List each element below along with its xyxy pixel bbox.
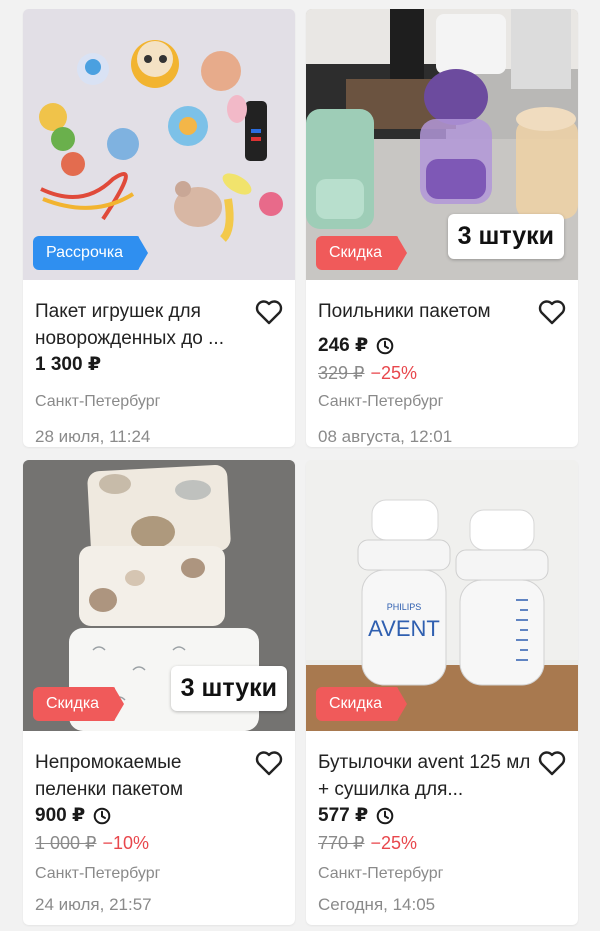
- listing-city: Санкт-Петербург: [35, 865, 161, 882]
- discount-percent: −10%: [102, 833, 150, 853]
- price-value: 577 ₽: [318, 805, 369, 826]
- quantity-sticker: 3 штуки: [447, 214, 564, 259]
- discount-badge: Скидка: [33, 687, 125, 721]
- listing-title[interactable]: Поильники пакетом: [318, 298, 538, 325]
- quantity-sticker: 3 штуки: [170, 666, 287, 711]
- right-bottle: [455, 509, 549, 686]
- listing-photo-toys[interactable]: Рассрочка: [23, 9, 295, 280]
- listing-photo-diapers[interactable]: 3 штуки Скидка: [23, 460, 295, 731]
- heart-outline-icon[interactable]: [538, 299, 566, 325]
- price-value: 1 300 ₽: [35, 354, 102, 375]
- listing-date: 24 июля, 21:57: [35, 895, 152, 914]
- listing-card[interactable]: 3 штуки Скидка Непромокаемые пеленки пак…: [23, 460, 295, 925]
- listing-card[interactable]: Рассрочка Пакет игрушек для новорожденны…: [23, 9, 295, 447]
- bottle-brand-label: PHILIPS: [387, 602, 422, 612]
- old-price-row: 329 ₽ −25%: [318, 363, 417, 384]
- price-value: 900 ₽: [35, 805, 86, 826]
- clock-icon: [376, 807, 394, 824]
- listing-photo-sippy-cups[interactable]: 3 штуки Скидка: [306, 9, 578, 280]
- price-value: 246 ₽: [318, 335, 369, 356]
- discount-badge: Скидка: [316, 687, 408, 721]
- bottle-brand-label: AVENT: [368, 616, 440, 641]
- old-price-row: 770 ₽ −25%: [318, 833, 417, 854]
- discount-percent: −25%: [370, 833, 418, 853]
- heart-outline-icon[interactable]: [255, 750, 283, 776]
- clock-icon: [376, 337, 394, 354]
- discount-badge: Скидка: [316, 236, 408, 270]
- listing-title[interactable]: Пакет игрушек для новорожденных до ...: [35, 298, 255, 352]
- heart-outline-icon[interactable]: [255, 299, 283, 325]
- listing-card[interactable]: 3 штуки Скидка Поильники пакетом 246 ₽ 3…: [306, 9, 578, 447]
- discount-percent: −25%: [370, 363, 418, 383]
- listing-title[interactable]: Непромокаемые пеленки пакетом: [35, 749, 255, 803]
- listing-city: Санкт-Петербург: [35, 393, 161, 410]
- listing-price: 1 300 ₽: [35, 353, 101, 376]
- old-price: 329 ₽: [318, 363, 365, 383]
- heart-outline-icon[interactable]: [538, 750, 566, 776]
- old-price: 1 000 ₽: [35, 833, 97, 853]
- listing-price: 900 ₽: [35, 804, 111, 827]
- listing-date: 28 июля, 11:24: [35, 427, 151, 446]
- listing-photo-bottles[interactable]: PHILIPS AVENT Скидка: [306, 460, 578, 731]
- listing-date: 08 августа, 12:01: [318, 427, 453, 446]
- old-price: 770 ₽: [318, 833, 365, 853]
- listing-grid: Рассрочка Пакет игрушек для новорожденны…: [0, 0, 600, 931]
- listing-price: 246 ₽: [318, 334, 394, 357]
- listing-price: 577 ₽: [318, 804, 394, 827]
- listing-date: Сегодня, 14:05: [318, 895, 436, 914]
- listing-city: Санкт-Петербург: [318, 393, 444, 410]
- listing-card[interactable]: PHILIPS AVENT Скидка Бутылочки avent 125…: [306, 460, 578, 925]
- listing-title[interactable]: Бутылочки avent 125 мл + сушилка для...: [318, 749, 538, 803]
- left-bottle: PHILIPS AVENT: [357, 499, 451, 686]
- installment-badge: Рассрочка: [33, 236, 149, 270]
- listing-city: Санкт-Петербург: [318, 865, 444, 882]
- old-price-row: 1 000 ₽ −10%: [35, 833, 149, 854]
- clock-icon: [93, 807, 111, 824]
